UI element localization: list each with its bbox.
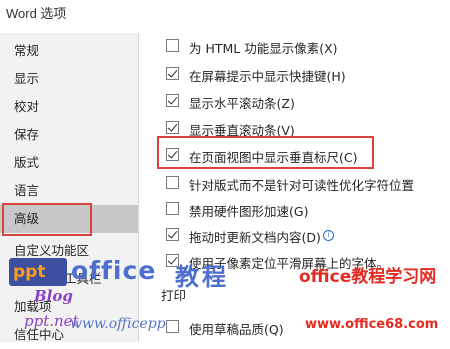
watermark-blog-url: www.officepp — [70, 316, 166, 332]
option-label: 禁用硬件图形加速(G) — [189, 204, 309, 219]
checkbox[interactable] — [166, 320, 179, 333]
checkbox[interactable] — [166, 202, 179, 215]
option-label: 使用草稿品质(Q) — [189, 322, 284, 337]
sidebar-item-save[interactable]: 保存 — [0, 121, 138, 149]
checkbox[interactable] — [166, 121, 179, 134]
watermark-course-text: 教程 — [175, 263, 229, 291]
option-label-text: 拖动时更新文档内容(D) — [189, 230, 321, 245]
watermark-site-url: www.office68.com — [305, 317, 439, 332]
checkbox[interactable] — [166, 39, 179, 52]
checkbox[interactable] — [166, 228, 179, 241]
checkmark-icon — [167, 94, 178, 105]
sidebar-item-language[interactable]: 语言 — [0, 177, 138, 205]
option-label: 为 HTML 功能显示像素(X) — [189, 41, 338, 56]
window-title: Word 选项 — [6, 6, 67, 21]
watermark-office-text: office — [71, 256, 157, 285]
sidebar-highlight-box — [2, 203, 92, 236]
checkmark-icon — [167, 121, 178, 132]
option-row[interactable]: 为 HTML 功能显示像素(X) — [139, 35, 450, 59]
checkmark-icon — [167, 67, 178, 78]
sidebar-item-layout[interactable]: 版式 — [0, 149, 138, 177]
checkbox[interactable] — [166, 67, 179, 80]
option-label: 在屏幕提示中显示快捷键(H) — [189, 69, 346, 84]
option-label: 拖动时更新文档内容(D) i — [189, 227, 334, 246]
watermark-blog-text: Blog — [34, 287, 73, 305]
option-highlight-box — [157, 136, 374, 169]
options-panel: 为 HTML 功能显示像素(X) 在屏幕提示中显示快捷键(H) 显示水平滚动条(… — [139, 33, 450, 342]
sidebar-item-general[interactable]: 常规 — [0, 37, 138, 65]
checkbox[interactable] — [166, 94, 179, 107]
watermark-site-name: office教程学习网 — [299, 267, 437, 287]
checkmark-icon — [167, 228, 178, 239]
info-icon[interactable]: i — [322, 229, 334, 241]
sidebar-item-proofing[interactable]: 校对 — [0, 93, 138, 121]
option-row[interactable]: 拖动时更新文档内容(D) i — [139, 224, 450, 248]
sidebar-item-display[interactable]: 显示 — [0, 65, 138, 93]
checkbox[interactable] — [166, 176, 179, 189]
watermark-logo: ppt — [9, 258, 67, 286]
option-row[interactable]: 针对版式而不是针对可读性优化字符位置 — [139, 172, 450, 196]
watermark-banner: ppt office 教程 office教程学习网 — [9, 256, 449, 291]
option-label: 针对版式而不是针对可读性优化字符位置 — [189, 178, 415, 193]
option-row[interactable]: 显示水平滚动条(Z) — [139, 90, 450, 114]
option-row[interactable]: 在屏幕提示中显示快捷键(H) — [139, 63, 450, 87]
watermark-logo-text: ppt — [13, 262, 46, 282]
option-label: 显示水平滚动条(Z) — [189, 96, 295, 111]
option-row[interactable]: 禁用硬件图形加速(G) — [139, 198, 450, 222]
